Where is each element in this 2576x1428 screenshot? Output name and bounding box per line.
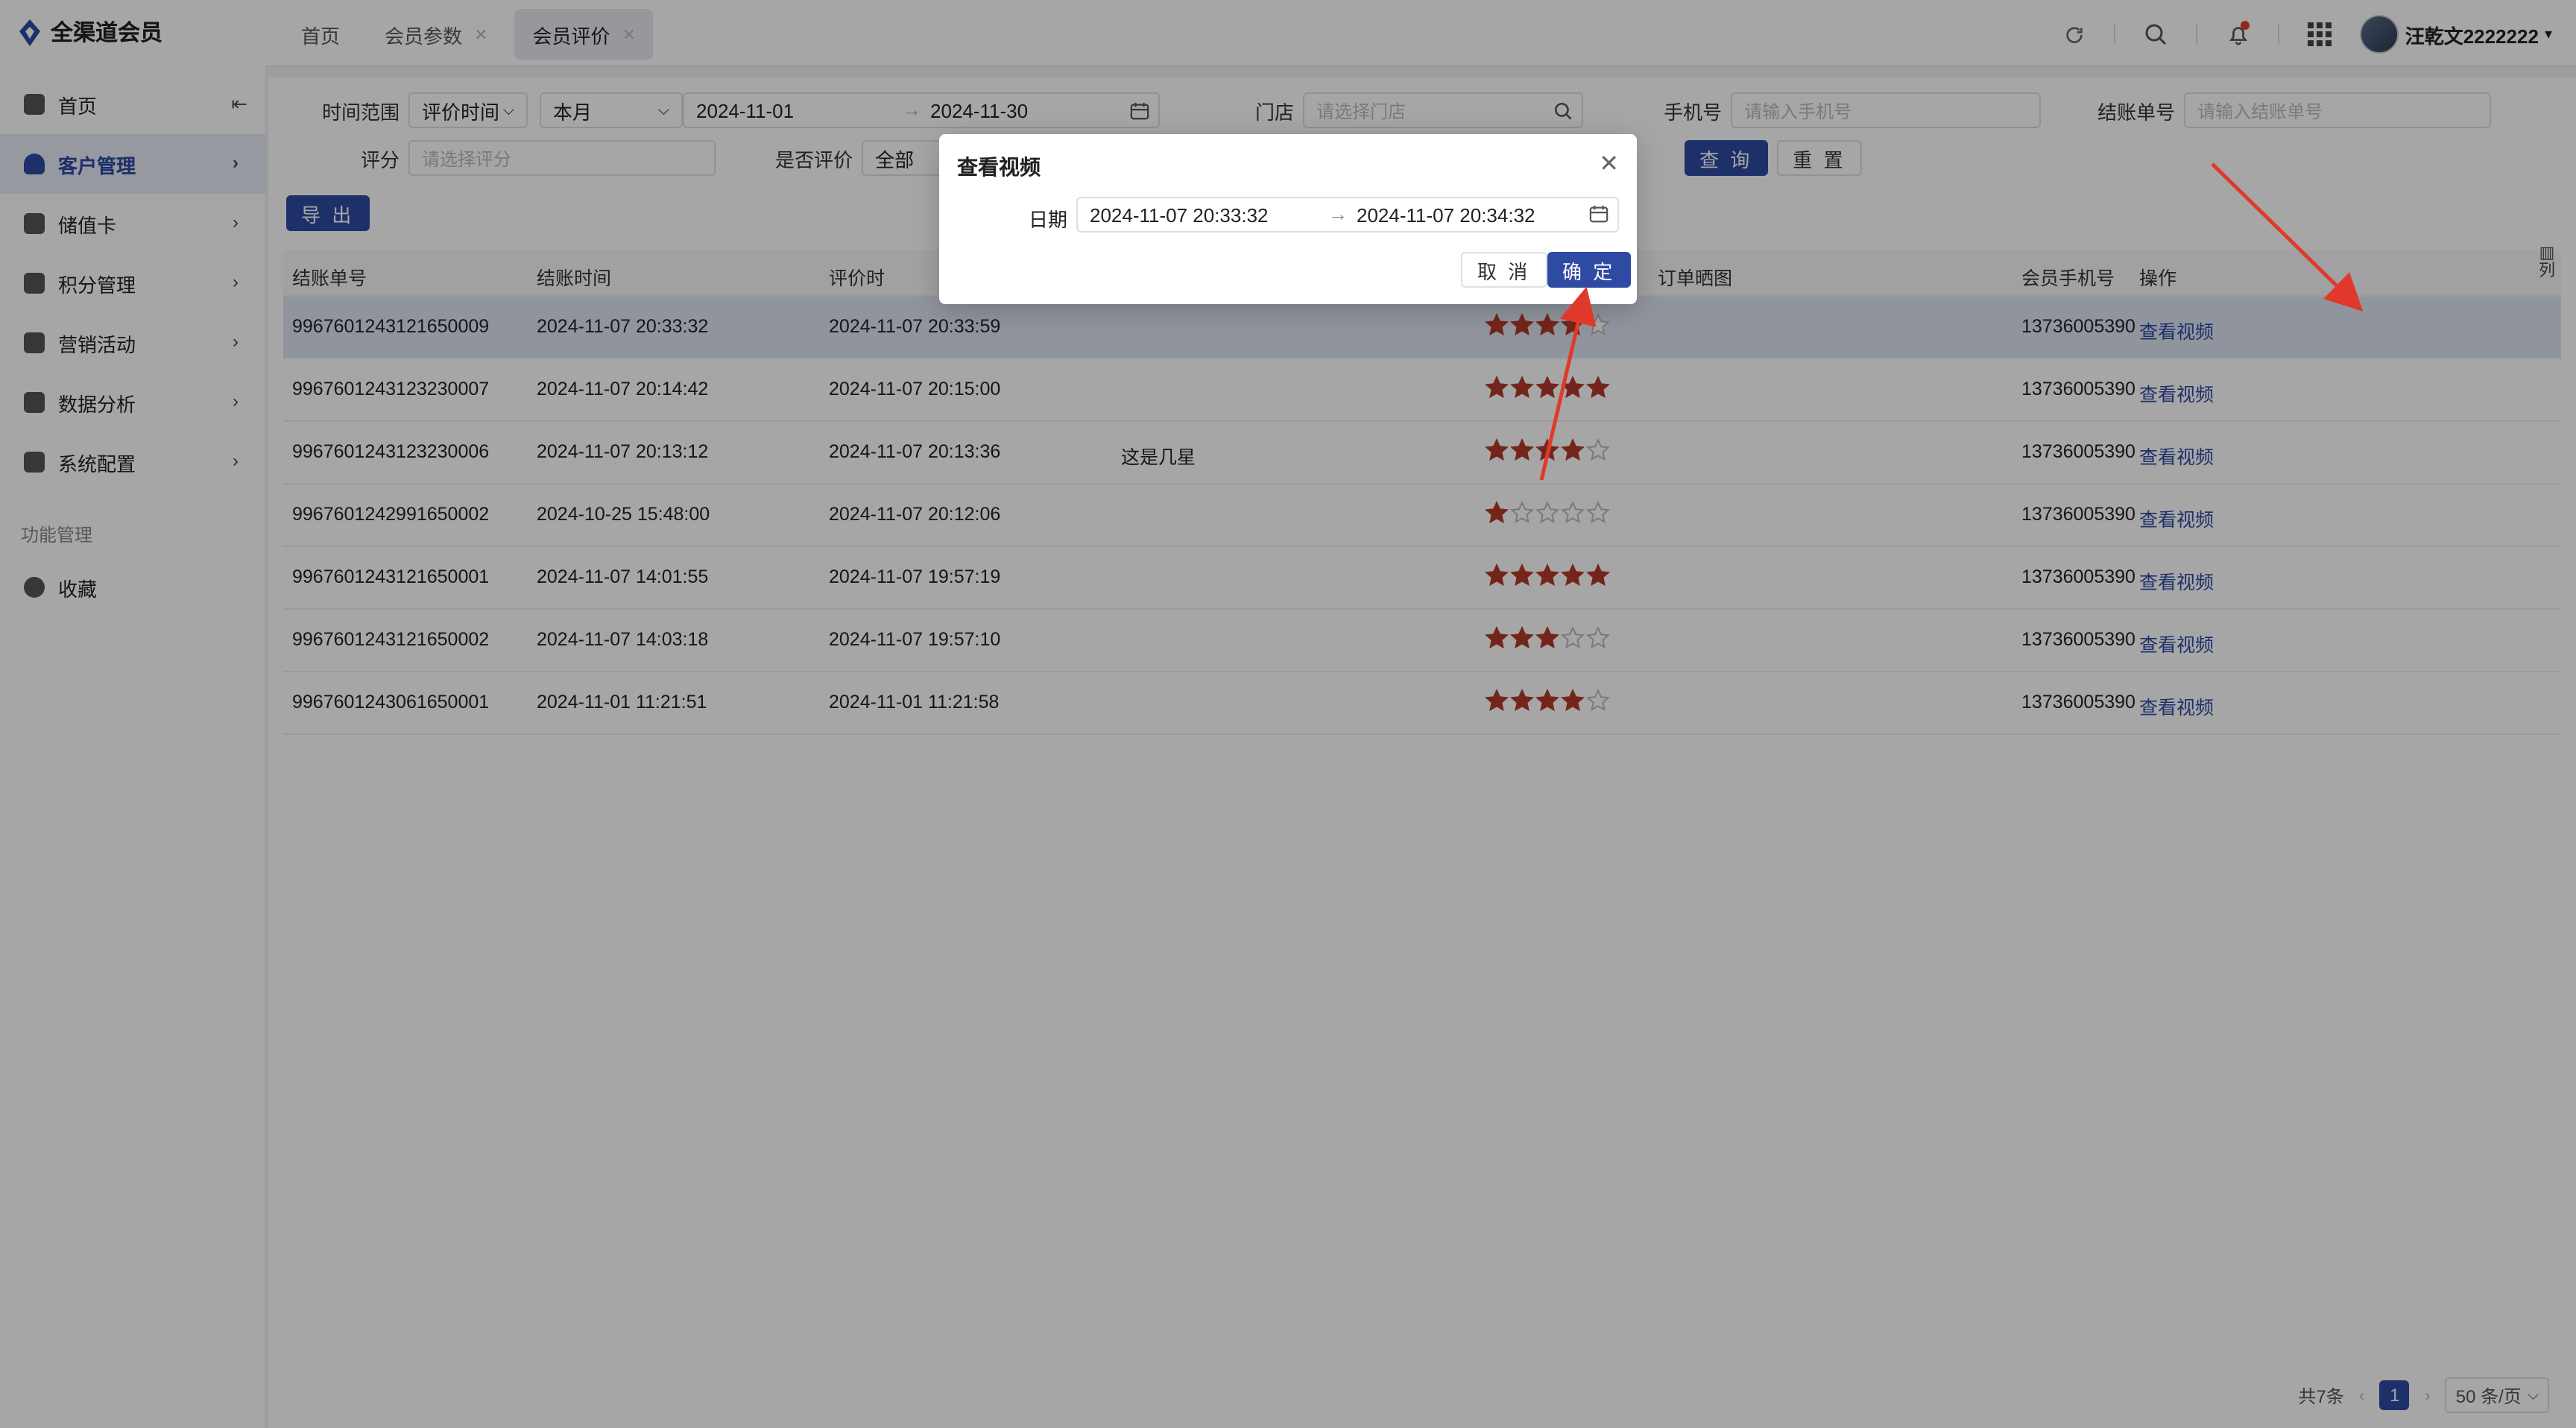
modal-date-start: 2024-11-07 20:33:32 bbox=[1090, 204, 1269, 227]
view-video-modal: 查看视频 ✕ 日期 2024-11-07 20:33:32 → 2024-11-… bbox=[939, 134, 1637, 304]
confirm-button[interactable]: 确 定 bbox=[1547, 252, 1631, 288]
close-icon[interactable]: ✕ bbox=[1599, 149, 1619, 179]
modal-date-range-picker[interactable]: 2024-11-07 20:33:32 → 2024-11-07 20:34:3… bbox=[1076, 197, 1619, 233]
calendar-icon bbox=[1589, 205, 1609, 223]
date-separator: → bbox=[1328, 203, 1348, 225]
date-label: 日期 bbox=[1029, 209, 1068, 231]
modal-date-end: 2024-11-07 20:34:32 bbox=[1357, 204, 1535, 227]
modal-title: 查看视频 bbox=[957, 155, 1041, 179]
cancel-button[interactable]: 取 消 bbox=[1461, 252, 1547, 288]
